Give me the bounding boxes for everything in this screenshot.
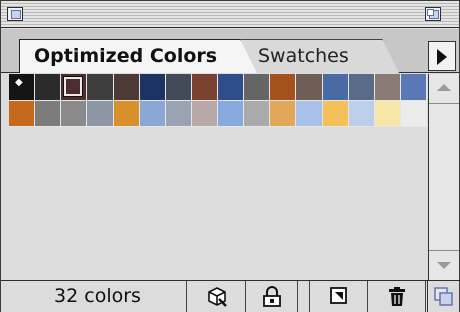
scroll-down-arrow-icon	[437, 262, 451, 269]
color-swatch[interactable]	[270, 74, 297, 101]
web-snap-cube-icon	[207, 287, 227, 307]
tab-label: Swatches	[258, 45, 349, 67]
color-swatch[interactable]	[165, 100, 192, 127]
panel-menu-arrow-icon	[437, 49, 447, 65]
swatch-grid	[9, 74, 427, 127]
color-swatch[interactable]	[296, 74, 323, 101]
color-swatch[interactable]	[113, 74, 140, 101]
tab-label: Optimized Colors	[34, 45, 218, 67]
resize-grip-icon	[434, 287, 453, 306]
vertical-scrollbar[interactable]	[428, 74, 459, 280]
color-swatch[interactable]	[244, 74, 271, 101]
panel-title-bar[interactable]	[1, 1, 459, 28]
optimized-colors-panel: Optimized Colors Swatches 32 colors	[0, 0, 460, 312]
color-swatch[interactable]	[61, 100, 88, 127]
color-swatch[interactable]	[139, 100, 166, 127]
color-swatch[interactable]	[9, 100, 36, 127]
color-swatch[interactable]	[87, 74, 114, 101]
tab-optimized-colors[interactable]: Optimized Colors	[19, 39, 257, 73]
color-swatch[interactable]	[61, 74, 88, 101]
new-swatch-button[interactable]	[310, 281, 368, 312]
trash-icon	[388, 287, 405, 306]
zoom-box-icon[interactable]	[425, 7, 441, 21]
color-swatch[interactable]	[270, 100, 297, 127]
color-swatch[interactable]	[218, 100, 245, 127]
color-swatch[interactable]	[35, 100, 62, 127]
color-swatch[interactable]	[400, 100, 427, 127]
web-snap-button[interactable]	[188, 281, 246, 312]
color-swatch[interactable]	[374, 74, 401, 101]
color-swatch[interactable]	[322, 100, 349, 127]
color-swatch[interactable]	[400, 74, 427, 101]
new-swatch-icon	[329, 287, 347, 304]
delete-swatch-button[interactable]	[368, 281, 426, 312]
color-swatch[interactable]	[348, 100, 375, 127]
color-swatch[interactable]	[322, 74, 349, 101]
color-swatch[interactable]	[9, 74, 36, 101]
lock-color-button[interactable]	[246, 281, 298, 312]
scroll-up-arrow-icon	[437, 84, 451, 91]
color-swatch[interactable]	[296, 100, 323, 127]
color-swatch[interactable]	[218, 74, 245, 101]
color-swatch[interactable]	[139, 74, 166, 101]
status-bar: 32 colors	[1, 280, 459, 312]
resize-grip[interactable]	[427, 281, 459, 312]
color-swatch[interactable]	[191, 100, 218, 127]
status-separator	[298, 281, 310, 312]
color-swatch[interactable]	[87, 100, 114, 127]
color-count: 32 colors	[9, 281, 187, 312]
color-swatch[interactable]	[191, 74, 218, 101]
color-swatch[interactable]	[244, 100, 271, 127]
close-box-icon[interactable]	[7, 7, 23, 21]
color-swatch[interactable]	[348, 74, 375, 101]
color-swatch[interactable]	[113, 100, 140, 127]
scroll-down-button[interactable]	[429, 250, 459, 280]
swatch-list-area	[9, 127, 427, 280]
color-swatch[interactable]	[35, 74, 62, 101]
panel-menu-button[interactable]	[428, 41, 456, 71]
color-swatch[interactable]	[374, 100, 401, 127]
tab-row: Optimized Colors Swatches	[1, 29, 459, 73]
scroll-up-button[interactable]	[429, 74, 459, 104]
lock-icon	[262, 286, 281, 307]
color-swatch[interactable]	[165, 74, 192, 101]
